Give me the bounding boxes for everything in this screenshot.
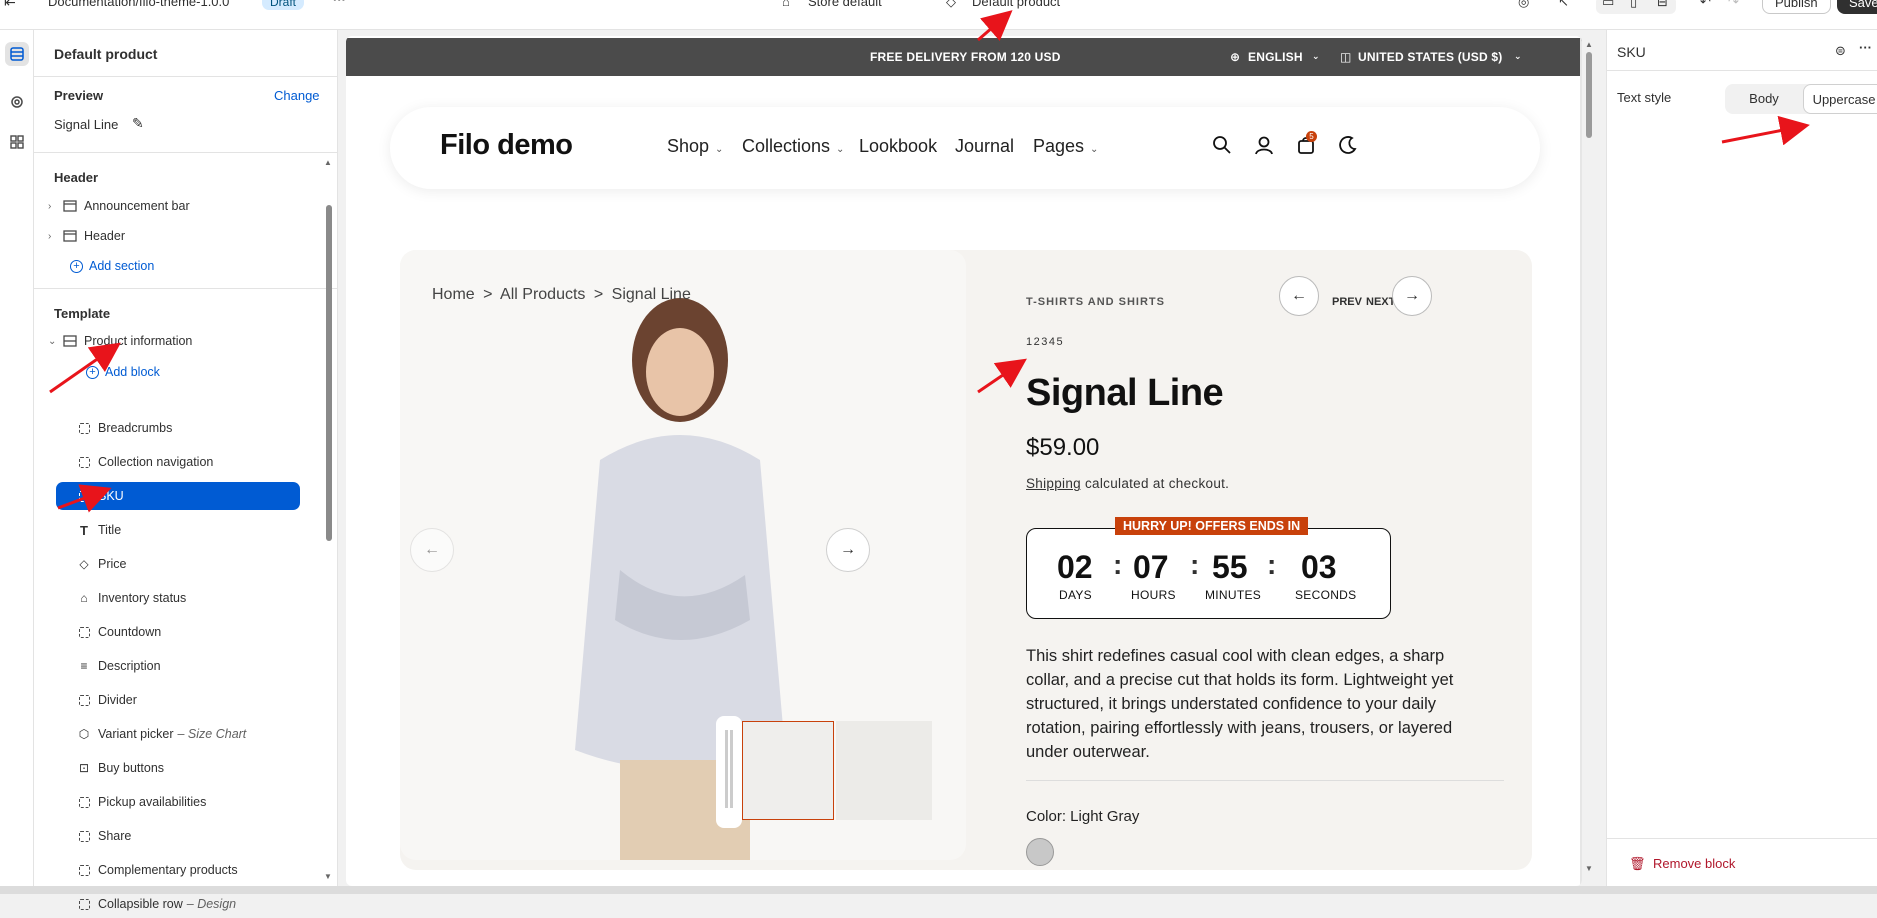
block-collapsible-row[interactable]: Collapsible row – Design — [56, 890, 300, 918]
block-label: Collapsible row — [98, 897, 183, 911]
annotation-arrow-product-information — [49, 342, 121, 394]
annotation-arrow-uppercase — [1721, 115, 1810, 146]
annotation-arrow-sku-preview — [977, 358, 1027, 394]
dashed-block-icon — [76, 896, 92, 912]
block-label-suffix: – Design — [186, 897, 237, 911]
annotation-arrow-topbar — [977, 10, 1013, 42]
annotation-arrow-sku-block — [57, 484, 112, 513]
annotation-overlay — [49, 10, 1810, 513]
